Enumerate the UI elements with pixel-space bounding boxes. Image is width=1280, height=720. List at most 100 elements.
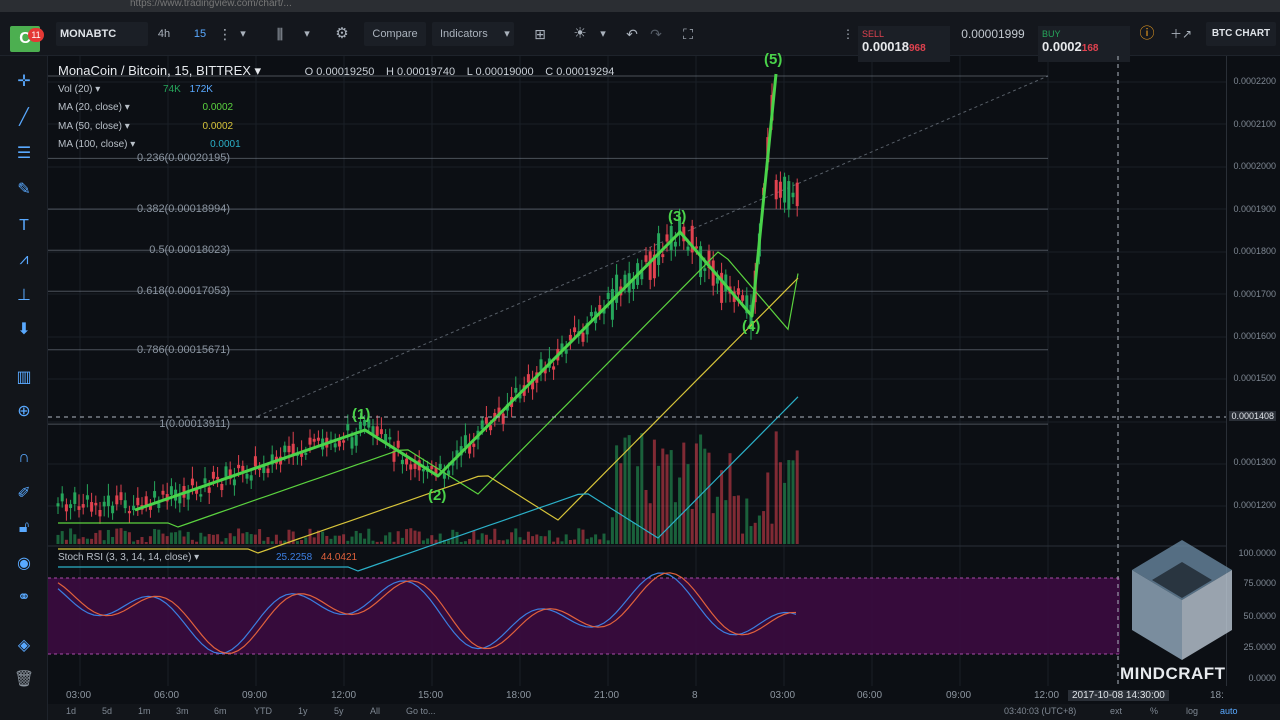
link-icon[interactable]: ⚭ [12, 586, 36, 610]
volume-bar [115, 528, 119, 544]
pencil-edit-icon[interactable]: ✐ [12, 482, 36, 506]
fullscreen-icon[interactable]: ⛶ [676, 22, 700, 46]
pattern-icon[interactable]: ⩘ [12, 248, 36, 272]
candle-body [657, 233, 661, 265]
volume-bar [342, 534, 346, 544]
time-tick: 8 [692, 690, 698, 701]
volume-bar [598, 539, 602, 544]
candle-body [111, 505, 115, 514]
alert-icon[interactable]: ☀ [568, 22, 592, 46]
ruler-icon[interactable]: ▥ [12, 366, 36, 390]
candle-body [186, 492, 190, 500]
ohlc-low: L 0.00019000 [466, 66, 534, 78]
ma50-legend[interactable]: MA (50, close) ▾ 0.0002 [58, 121, 233, 132]
wave-label-5: (5) [764, 51, 783, 68]
info-icon[interactable]: ⓘ [1136, 22, 1158, 46]
volume-bar [531, 536, 535, 544]
layers-icon[interactable]: ◈ [12, 634, 36, 658]
measure-icon[interactable]: ⊥ [12, 284, 36, 308]
percent-toggle[interactable]: % [1150, 706, 1158, 716]
goto-button[interactable]: Go to... [406, 706, 436, 716]
range-3m[interactable]: 3m [176, 706, 189, 716]
symbol-legend[interactable]: MonaCoin / Bitcoin, 15, BITTREX ▾ O 0.00… [58, 63, 614, 79]
ma20-value: 0.0002 [202, 102, 234, 113]
range-1d[interactable]: 1d [66, 706, 76, 716]
crosshair-icon[interactable]: ✛ [12, 70, 36, 94]
range-1y[interactable]: 1y [298, 706, 308, 716]
fib-label-1: 1(0.00013911) [159, 418, 230, 430]
brush-icon[interactable]: ✎ [12, 178, 36, 202]
range-5y[interactable]: 5y [334, 706, 344, 716]
price-chart[interactable] [48, 56, 1226, 688]
templates-icon[interactable]: ⊞ [528, 22, 552, 46]
layout-plus-icon[interactable]: ＋↗ [1166, 22, 1196, 46]
vol-legend[interactable]: Vol (20) ▾ 74K 172K [58, 84, 213, 95]
volume-bar [463, 541, 467, 544]
volume-bar [543, 536, 547, 544]
gear-icon[interactable]: ⚙ [330, 22, 354, 46]
auto-toggle[interactable]: auto [1220, 706, 1238, 716]
trash-icon[interactable]: 🗑︎ [12, 668, 36, 692]
chevron-down-icon[interactable]: ▾ [236, 22, 250, 46]
redo-icon[interactable]: ↷ [644, 22, 668, 46]
chart-layout-name[interactable]: BTC CHART [1206, 22, 1276, 46]
candle-body [119, 492, 123, 501]
ma20-legend[interactable]: MA (20, close) ▾ 0.0002 [58, 102, 233, 113]
volume-bar [111, 536, 115, 544]
browser-address-bar: https://www.tradingview.com/chart/... [0, 0, 1280, 12]
trendline-icon[interactable]: ╱ [12, 106, 36, 130]
eye-icon[interactable]: ◉ [12, 552, 36, 576]
volume-bar [60, 531, 64, 544]
watermark-text: MINDCRAFT [1120, 664, 1226, 683]
zoom-icon[interactable]: ⊕ [12, 400, 36, 424]
undo-icon[interactable]: ↶ [620, 22, 644, 46]
volume-bar [90, 538, 94, 544]
candle-body [564, 349, 568, 354]
log-toggle[interactable]: log [1186, 706, 1198, 716]
volume-bar [736, 495, 740, 544]
compare-button[interactable]: Compare [364, 22, 426, 46]
volume-bar [220, 541, 224, 544]
wave-label-4: (4) [742, 318, 761, 335]
chevron-down-icon[interactable]: ▾ [500, 22, 514, 46]
range-ytd[interactable]: YTD [254, 706, 272, 716]
interval-15[interactable]: 15 [188, 22, 212, 46]
fib-label-0382: 0.382(0.00018994) [137, 203, 230, 215]
range-1m[interactable]: 1m [138, 706, 151, 716]
interval-4h[interactable]: 4h [152, 22, 176, 46]
volume-bar [148, 536, 152, 544]
lock-icon[interactable]: 🔓︎ [12, 516, 36, 540]
candles-icon[interactable]: ⫼ [268, 22, 292, 46]
volume-bar [199, 532, 203, 544]
magnet-icon[interactable]: ∩ [12, 446, 36, 470]
time-tick: 15:00 [418, 690, 444, 701]
ext-toggle[interactable]: ext [1110, 706, 1122, 716]
range-5d[interactable]: 5d [102, 706, 112, 716]
chevron-down-icon[interactable]: ▾ [300, 22, 314, 46]
text-icon[interactable]: T [12, 214, 36, 238]
range-all[interactable]: All [370, 706, 380, 716]
volume-bar [262, 540, 266, 544]
ma100-legend[interactable]: MA (100, close) ▾ 0.0001 [58, 139, 241, 150]
volume-bar [673, 502, 677, 544]
volume-bar [774, 431, 778, 544]
volume-bar [375, 541, 379, 544]
stoch-rsi-label: Stoch RSI (3, 3, 14, 14, close) [58, 552, 192, 563]
chevron-down-icon[interactable]: ▾ [596, 22, 610, 46]
vol-value-1: 74K [163, 84, 181, 95]
horizontal-lines-icon[interactable]: ☰ [12, 142, 36, 166]
volume-bar [627, 435, 631, 544]
range-6m[interactable]: 6m [214, 706, 227, 716]
candle-body [56, 503, 60, 507]
stoch-rsi-legend[interactable]: Stoch RSI (3, 3, 14, 14, close) ▾ 25.225… [58, 552, 357, 563]
symbol-search[interactable]: MONABTC [56, 22, 148, 46]
volume-bar [388, 532, 392, 544]
arrow-down-icon[interactable]: ⬇ [12, 318, 36, 342]
volume-bar [186, 531, 190, 544]
candle-body [484, 417, 488, 424]
interval-menu-icon[interactable]: ⋮ [218, 22, 232, 46]
volume-bar [476, 539, 480, 544]
stoch-rsi-d-value: 44.0421 [320, 552, 358, 563]
volume-bar [295, 541, 299, 544]
drag-handle-icon[interactable]: ⋮ [842, 22, 854, 46]
